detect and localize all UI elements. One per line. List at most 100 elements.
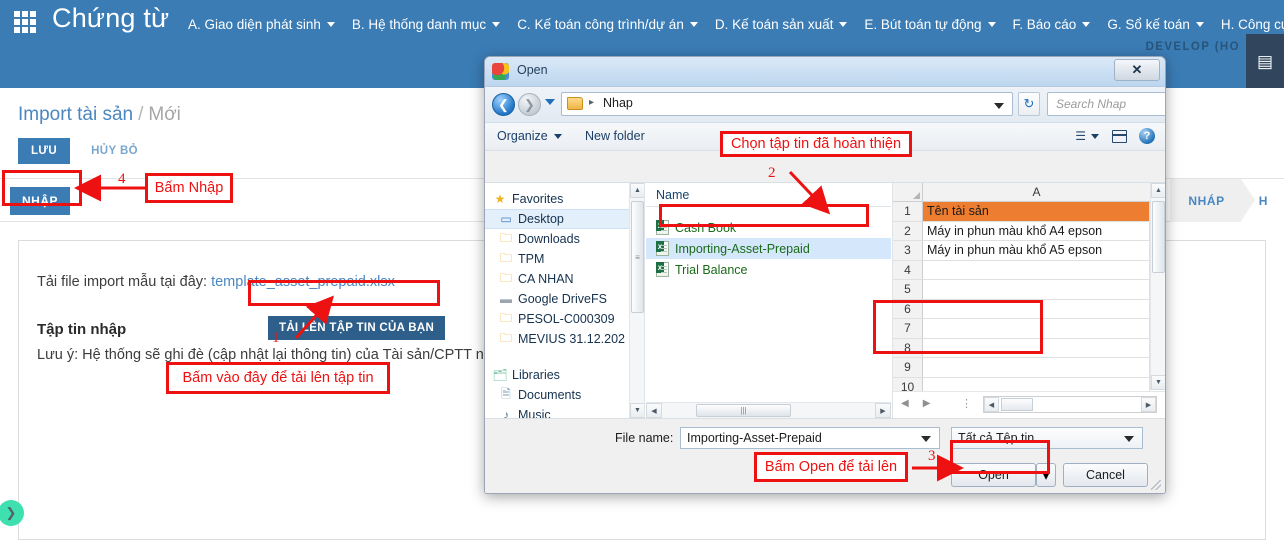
menu-item-h[interactable]: H. Công cụ tiện ích bbox=[1221, 17, 1284, 32]
nav-section-libraries[interactable]: 🗂 Libraries bbox=[485, 365, 644, 385]
search-placeholder: Search Nhap bbox=[1056, 97, 1127, 111]
dialog-cancel-button[interactable]: Cancel bbox=[1063, 463, 1148, 487]
refresh-icon[interactable]: ↻ bbox=[1018, 92, 1040, 116]
back-arrow-icon[interactable]: ❮ bbox=[492, 93, 515, 116]
select-all-corner[interactable] bbox=[893, 183, 923, 202]
annotation-box-selected-file bbox=[659, 204, 869, 227]
row-number: 4 bbox=[893, 260, 923, 280]
row-number: 1 bbox=[893, 202, 923, 222]
cell-a2[interactable]: Máy in phun màu khổ A4 epson bbox=[923, 221, 1150, 241]
save-button[interactable]: LƯU bbox=[18, 138, 71, 164]
filename-value: Importing-Asset-Prepaid bbox=[687, 431, 822, 445]
table-row: 2 Máy in phun màu khổ A4 epson bbox=[893, 221, 1150, 241]
file-pane-hscrollbar[interactable]: ◀ ||| ▶ bbox=[646, 402, 891, 418]
scroll-right-icon[interactable]: ▶ bbox=[1141, 397, 1156, 412]
chevron-down-icon[interactable] bbox=[994, 103, 1004, 109]
preview-hscrollbar[interactable]: ◀ ▶ bbox=[983, 396, 1157, 413]
scroll-up-icon[interactable]: ▲ bbox=[1151, 183, 1165, 198]
view-list-icon[interactable]: ☰ bbox=[1075, 129, 1099, 143]
forward-arrow-icon[interactable]: ❯ bbox=[518, 93, 541, 116]
nav-section-favorites[interactable]: ★ Favorites bbox=[485, 189, 644, 209]
scroll-up-icon[interactable]: ▲ bbox=[630, 183, 644, 198]
annotation-label-1: Bấm vào đây để tải lên tập tin bbox=[166, 362, 390, 394]
star-icon: ★ bbox=[494, 192, 506, 206]
nav-label: Downloads bbox=[518, 232, 580, 246]
nav-item-ca-nhan[interactable]: 🗀 CA NHAN bbox=[485, 269, 644, 289]
scroll-down-icon[interactable]: ▼ bbox=[630, 403, 644, 418]
scroll-right-icon[interactable]: ▶ bbox=[875, 403, 891, 418]
close-icon[interactable]: ✕ bbox=[1114, 59, 1160, 81]
nav-item-pesol[interactable]: 🗀 PESOL-C000309 bbox=[485, 309, 644, 329]
menu-item-g[interactable]: G. Sổ kế toán bbox=[1107, 17, 1204, 32]
annotation-label-3: Bấm Open để tải lên bbox=[754, 452, 908, 482]
app-grid-icon[interactable] bbox=[14, 11, 40, 37]
address-path: Nhap bbox=[603, 96, 633, 110]
sheet-next-icon[interactable]: ▶ bbox=[923, 398, 931, 409]
search-input[interactable]: Search Nhap bbox=[1047, 92, 1165, 116]
scroll-left-icon[interactable]: ◀ bbox=[984, 397, 999, 412]
menu-item-b[interactable]: B. Hệ thống danh mục bbox=[352, 17, 501, 32]
table-row: 1 Tên tài sản bbox=[893, 202, 1150, 222]
breadcrumb-main[interactable]: Import tài sản bbox=[18, 104, 133, 125]
filename-input[interactable]: Importing-Asset-Prepaid bbox=[680, 427, 940, 449]
menu-item-a[interactable]: A. Giao diện phát sinh bbox=[188, 17, 335, 32]
preview-pane-icon[interactable] bbox=[1112, 130, 1127, 143]
cell-a5[interactable] bbox=[923, 280, 1150, 300]
status-chip-draft[interactable]: NHÁP bbox=[1170, 179, 1256, 222]
scroll-down-icon[interactable]: ▼ bbox=[1151, 375, 1165, 390]
dialog-address-bar: ❮ ❯ ▸ Nhap ↻ Search Nhap bbox=[485, 87, 1165, 123]
scrollbar-thumb[interactable] bbox=[1001, 398, 1033, 411]
menu-item-c[interactable]: C. Kế toán công trình/dự án bbox=[517, 17, 698, 32]
nav-item-tpm[interactable]: 🗀 TPM bbox=[485, 249, 644, 269]
sheet-prev-icon[interactable]: ◀ bbox=[901, 398, 909, 409]
breadcrumb-separator: / bbox=[138, 104, 144, 125]
file-row-trial-balance[interactable]: Trial Balance bbox=[646, 259, 891, 280]
menu-item-h-label: H. Công cụ tiện ích bbox=[1220, 16, 1284, 32]
chevron-down-icon[interactable] bbox=[921, 436, 931, 442]
upload-file-button[interactable]: TẢI LÊN TẬP TIN CỦA BẠN bbox=[268, 316, 446, 340]
annotation-box-import bbox=[2, 170, 82, 206]
nav-item-music[interactable]: ♪ Music bbox=[485, 405, 644, 418]
chevron-down-icon bbox=[987, 21, 996, 27]
organize-menu[interactable]: Organize bbox=[497, 129, 562, 143]
new-folder-button[interactable]: New folder bbox=[585, 129, 645, 143]
cell-a1[interactable]: Tên tài sản bbox=[923, 202, 1150, 222]
file-row-importing-asset-prepaid[interactable]: Importing-Asset-Prepaid bbox=[646, 238, 891, 259]
scrollbar-thumb[interactable]: ||| bbox=[696, 404, 791, 417]
dialog-titlebar: Open ✕ bbox=[485, 57, 1165, 87]
cell-a4[interactable] bbox=[923, 260, 1150, 280]
recent-dropdown-icon[interactable] bbox=[545, 99, 555, 105]
nav-label: Desktop bbox=[518, 212, 564, 226]
nav-item-mevius[interactable]: 🗀 MEVIUS 31.12.202 bbox=[485, 329, 644, 349]
nav-item-documents[interactable]: 🗎 Documents bbox=[485, 385, 644, 405]
nav-label: PESOL-C000309 bbox=[518, 312, 615, 326]
address-input[interactable]: ▸ Nhap bbox=[561, 92, 1013, 116]
nav-item-google-drivefs[interactable]: ▬ Google DriveFS bbox=[485, 289, 644, 309]
help-icon[interactable]: ? bbox=[1139, 128, 1155, 144]
cell-a9[interactable] bbox=[923, 358, 1150, 378]
nav-item-desktop[interactable]: ▭ Desktop bbox=[485, 209, 644, 229]
help-docs-tab[interactable]: ▤ bbox=[1246, 34, 1284, 88]
nav-item-downloads[interactable]: 🗀 Downloads bbox=[485, 229, 644, 249]
annotation-label-2: Chọn tập tin đã hoàn thiện bbox=[720, 131, 912, 157]
scrollbar-thumb[interactable] bbox=[1152, 201, 1165, 273]
scrollbar-thumb[interactable]: ≡ bbox=[631, 201, 644, 313]
preview-vscrollbar[interactable]: ▲ ▼ bbox=[1150, 183, 1165, 390]
cell-a3[interactable]: Máy in phun màu khổ A5 epson bbox=[923, 241, 1150, 261]
chevron-down-icon[interactable] bbox=[1124, 436, 1134, 442]
resize-grip-icon[interactable] bbox=[1151, 480, 1161, 490]
environment-label: DEVELOP (HO bbox=[1145, 41, 1240, 53]
main-menu-bar: A. Giao diện phát sinh B. Hệ thống danh … bbox=[188, 13, 1284, 35]
menu-item-e[interactable]: E. Bút toán tự động bbox=[864, 17, 996, 32]
menu-item-d[interactable]: D. Kế toán sản xuất bbox=[715, 17, 848, 32]
nav-label: Google DriveFS bbox=[518, 292, 607, 306]
music-icon: ♪ bbox=[503, 408, 509, 418]
nav-pane-scrollbar[interactable]: ▲ ≡ ▼ bbox=[629, 183, 644, 418]
folder-icon: 🗀 bbox=[499, 250, 512, 265]
download-folder-icon: 🗀 bbox=[499, 230, 512, 245]
menu-item-f[interactable]: F. Báo cáo bbox=[1013, 17, 1091, 32]
nav-label: MEVIUS 31.12.202 bbox=[518, 332, 626, 346]
scroll-left-icon[interactable]: ◀ bbox=[646, 403, 662, 418]
cancel-button[interactable]: HỦY BỎ bbox=[78, 138, 151, 164]
column-header-a[interactable]: A bbox=[923, 183, 1150, 202]
